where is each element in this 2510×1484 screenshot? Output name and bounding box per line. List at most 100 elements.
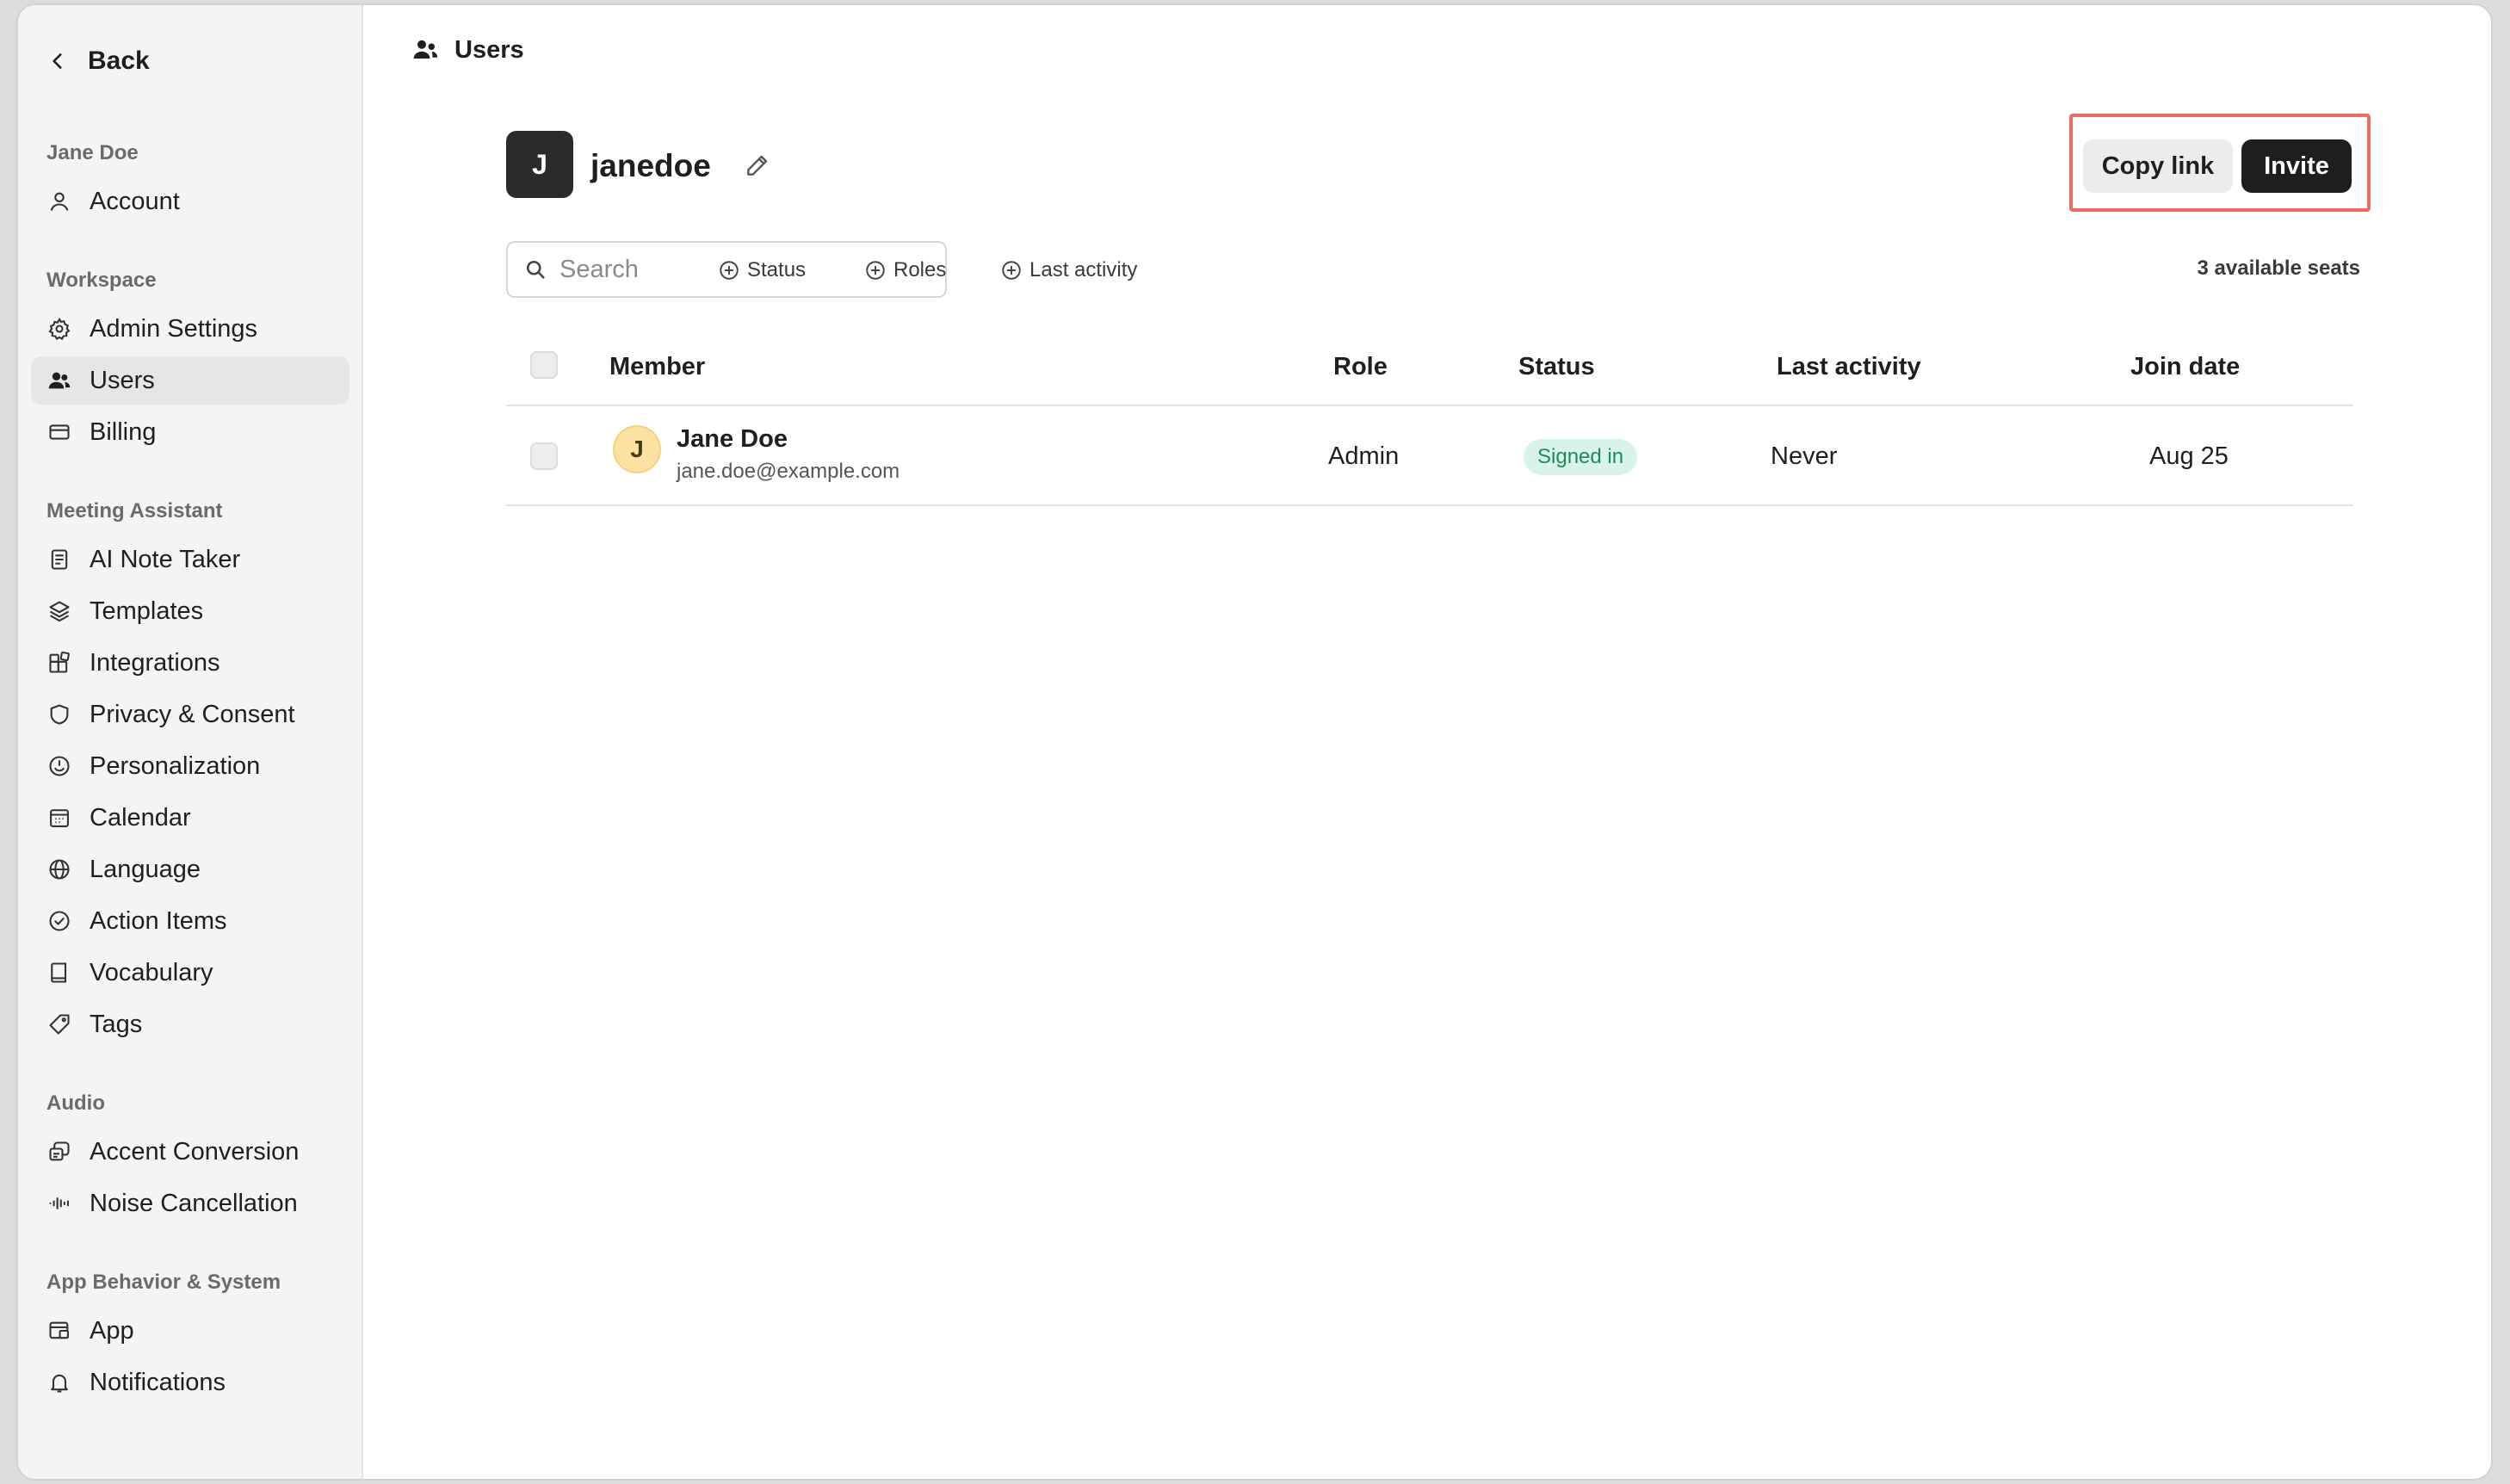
- sidebar-item-label: Tags: [90, 1010, 143, 1038]
- sidebar-item-label: Personalization: [90, 751, 261, 780]
- workspace-name: janedoe: [590, 148, 711, 183]
- sidebar-item-admin-settings[interactable]: Admin Settings: [31, 305, 349, 353]
- section-title-user: Jane Doe: [46, 141, 139, 164]
- plus-circle-icon: [866, 261, 885, 280]
- select-all-checkbox[interactable]: [530, 351, 558, 379]
- back-label: Back: [88, 46, 150, 75]
- section-title-audio: Audio: [46, 1091, 105, 1115]
- note-icon: [46, 547, 72, 572]
- sidebar-item-label: Noise Cancellation: [90, 1189, 298, 1217]
- page-title: Users: [454, 35, 524, 64]
- sidebar-item-notifications[interactable]: Notifications: [31, 1358, 349, 1407]
- sidebar-item-label: Admin Settings: [90, 314, 258, 343]
- back-button[interactable]: Back: [46, 40, 150, 83]
- filter-label: Last activity: [1029, 258, 1138, 281]
- sidebar-item-label: Calendar: [90, 803, 191, 832]
- chevron-left-icon: [53, 53, 62, 69]
- sidebar-item-accent-conversion[interactable]: Accent Conversion: [31, 1128, 349, 1176]
- globe-icon: [46, 856, 72, 882]
- member-last-activity: Never: [1771, 442, 1838, 470]
- waveform-icon: [46, 1190, 72, 1216]
- book-icon: [46, 960, 72, 986]
- sidebar-item-label: Language: [90, 855, 201, 883]
- sidebar-item-tags[interactable]: Tags: [31, 1000, 349, 1048]
- sidebar-item-billing[interactable]: Billing: [31, 408, 349, 456]
- filter-label: Status: [747, 258, 807, 281]
- breadcrumb: Users: [411, 33, 524, 67]
- sidebar-item-ai-note-taker[interactable]: AI Note Taker: [31, 535, 349, 584]
- puzzle-icon: [46, 650, 72, 676]
- invite-button[interactable]: Invite: [2241, 139, 2352, 193]
- sidebar-item-action-items[interactable]: Action Items: [31, 897, 349, 945]
- filter-status-button[interactable]: Status: [718, 253, 806, 288]
- users-icon: [413, 40, 438, 59]
- column-header-join-date[interactable]: Join date: [2130, 353, 2240, 381]
- filter-last-activity-button[interactable]: Last activity: [1000, 253, 1137, 288]
- accent-icon: [46, 1139, 72, 1165]
- plus-circle-icon: [720, 261, 739, 280]
- tag-icon: [46, 1011, 72, 1037]
- column-header-member[interactable]: Member: [609, 353, 705, 381]
- sidebar-item-vocabulary[interactable]: Vocabulary: [31, 949, 349, 997]
- calendar-icon: [46, 805, 72, 831]
- member-join-date: Aug 25: [2149, 442, 2229, 470]
- credit-card-icon: [46, 419, 72, 445]
- member-role: Admin: [1328, 442, 1400, 470]
- app-window-icon: [46, 1318, 72, 1344]
- sidebar-item-users[interactable]: Users: [31, 356, 349, 405]
- sidebar-item-account[interactable]: Account: [31, 177, 349, 226]
- sidebar-item-noise-cancellation[interactable]: Noise Cancellation: [31, 1179, 349, 1227]
- member-name: Jane Doe: [677, 425, 788, 453]
- sidebar-item-label: Vocabulary: [90, 958, 213, 986]
- sidebar: Back Jane Doe Account Workspace Admin Se…: [18, 5, 363, 1479]
- sidebar-item-label: Privacy & Consent: [90, 700, 295, 728]
- sidebar-item-label: Accent Conversion: [90, 1137, 300, 1166]
- sidebar-item-app[interactable]: App: [31, 1307, 349, 1355]
- filter-label: Roles: [893, 258, 947, 281]
- main-content: Users J janedoe Copy link Invite Status …: [363, 5, 2491, 1479]
- sidebar-item-label: Integrations: [90, 648, 220, 677]
- sidebar-item-calendar[interactable]: Calendar: [31, 794, 349, 842]
- sidebar-item-label: Templates: [90, 597, 204, 625]
- sidebar-item-personalization[interactable]: Personalization: [31, 742, 349, 790]
- column-header-role[interactable]: Role: [1333, 353, 1388, 381]
- row-checkbox[interactable]: [530, 442, 558, 470]
- user-icon: [46, 189, 72, 214]
- plus-circle-icon: [1002, 261, 1021, 280]
- shield-icon: [46, 702, 72, 727]
- sidebar-item-integrations[interactable]: Integrations: [31, 639, 349, 687]
- app-window: Back Jane Doe Account Workspace Admin Se…: [16, 3, 2493, 1481]
- workspace-avatar: J: [506, 131, 573, 198]
- sidebar-item-label: Account: [90, 187, 180, 215]
- section-title-meeting-assistant: Meeting Assistant: [46, 499, 223, 522]
- table-row[interactable]: J Jane Doe jane.doe@example.com Admin Si…: [506, 406, 2353, 506]
- sidebar-item-label: Action Items: [90, 906, 227, 935]
- sidebar-item-label: Billing: [90, 417, 157, 446]
- table-header: Member Role Status Last activity Join da…: [506, 336, 2353, 406]
- available-seats: 3 available seats: [2197, 257, 2360, 280]
- copy-link-button[interactable]: Copy link: [2083, 139, 2233, 193]
- gear-icon: [46, 316, 72, 342]
- filter-roles-button[interactable]: Roles: [864, 253, 946, 288]
- column-header-status[interactable]: Status: [1518, 353, 1595, 381]
- sidebar-item-privacy-consent[interactable]: Privacy & Consent: [31, 690, 349, 739]
- users-icon: [46, 368, 72, 393]
- member-email: jane.doe@example.com: [677, 460, 900, 483]
- status-badge: Signed in: [1524, 439, 1638, 475]
- check-circle-icon: [46, 908, 72, 934]
- section-title-app-behavior: App Behavior & System: [46, 1271, 281, 1294]
- sidebar-item-label: Notifications: [90, 1368, 226, 1396]
- section-title-workspace: Workspace: [46, 269, 157, 292]
- pencil-icon[interactable]: [744, 151, 771, 179]
- column-header-last-activity[interactable]: Last activity: [1777, 353, 1921, 381]
- avatar: J: [613, 425, 661, 473]
- sidebar-item-label: App: [90, 1316, 134, 1345]
- sidebar-item-label: Users: [90, 366, 155, 394]
- sidebar-item-templates[interactable]: Templates: [31, 587, 349, 635]
- sidebar-item-label: AI Note Taker: [90, 545, 241, 573]
- bell-icon: [46, 1370, 72, 1395]
- layers-icon: [46, 598, 72, 624]
- search-icon: [526, 260, 545, 279]
- smile-icon: [46, 753, 72, 779]
- sidebar-item-language[interactable]: Language: [31, 845, 349, 893]
